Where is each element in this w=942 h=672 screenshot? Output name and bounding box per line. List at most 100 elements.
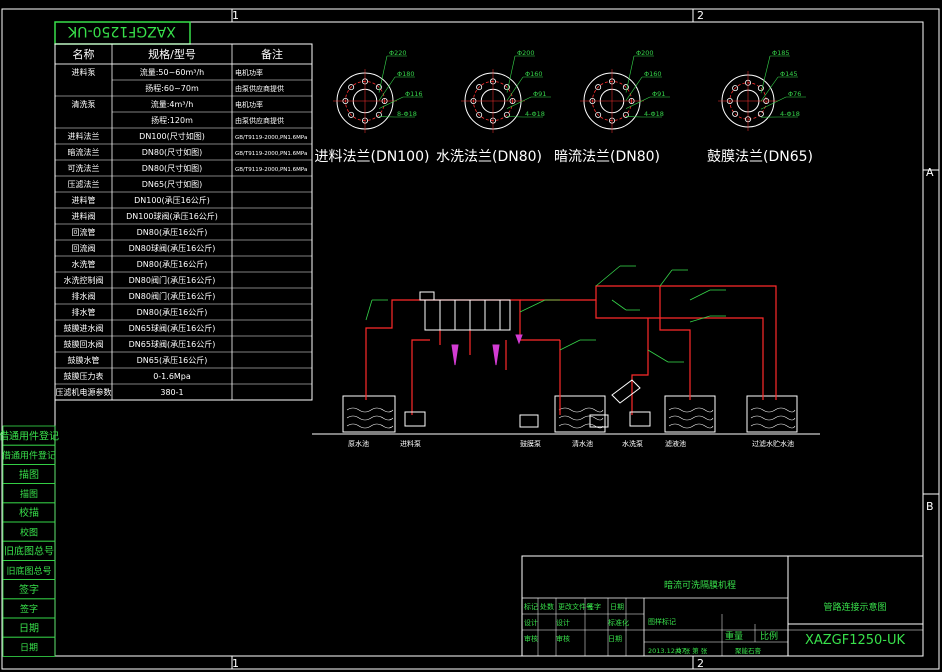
flange-2: Φ200 Φ160 Φ91 4-Φ18 暗流法兰(DN80) <box>554 49 670 165</box>
flange-dim: 4-Φ18 <box>644 110 664 118</box>
title-cell: 设计 <box>524 618 538 627</box>
spec-row-spec: DN80球阀(承压16公斤) <box>129 243 216 253</box>
title-cell: 设计 <box>556 618 570 627</box>
header-spec: 规格/型号 <box>148 47 196 61</box>
drawing-code: XAZGF1250-UK <box>805 633 906 648</box>
flange-dim: Φ160 <box>644 70 662 78</box>
spec-row-name: 水洗控制阀 <box>64 275 104 285</box>
title-cell: 标准化 <box>608 618 629 627</box>
side-label-2: 描图 <box>19 468 39 481</box>
spec-row-name: 鼓膜进水阀 <box>64 323 104 333</box>
title-cell: 审核 <box>524 634 538 643</box>
drawing-title: 管路连接示意图 <box>823 601 886 613</box>
tank-3 <box>664 395 716 433</box>
spec-row-name: 暗流法兰 <box>68 147 100 157</box>
spec-row-name: 进料阀 <box>72 211 96 221</box>
spec-row-name: 鼓膜压力表 <box>64 371 104 381</box>
spec-row-name: 水洗管 <box>72 259 96 269</box>
side-label-1: 借通用件登记 <box>2 450 56 462</box>
flange-0: Φ220 Φ180 Φ116 8-Φ18 进料法兰(DN100) <box>315 49 430 165</box>
title-cell: 日期 <box>610 603 624 611</box>
flange-1: Φ200 Φ160 Φ91 4-Φ18 水洗法兰(DN80) <box>436 49 551 165</box>
side-label-0: 借通用件登记 <box>0 429 59 442</box>
drip-markers <box>451 334 523 366</box>
spec-row-note: 电机功率 <box>235 100 263 109</box>
flange-dim: 4-Φ18 <box>780 110 800 118</box>
flange-label-3: 鼓膜法兰(DN65) <box>707 149 813 165</box>
scale-label: 比例 <box>760 630 778 642</box>
side-label-4: 校描 <box>19 506 39 519</box>
spec-row-name: 鼓膜回水阀 <box>64 339 104 349</box>
flange-dim: 8-Φ18 <box>397 110 417 118</box>
title-cell: 标记 <box>524 602 538 611</box>
spec-row-spec: 扬程:60~70m <box>145 83 199 93</box>
sheets: 共 张 第 张 <box>675 646 708 655</box>
spec-row-spec: DN100(尺寸如图) <box>139 131 205 141</box>
spec-row-name: 进料管 <box>72 195 96 205</box>
drawing-canvas: 1 2 1 2 A B 借通用件登记借通用件登记描图描图校描校图旧底图总号旧底图… <box>0 8 940 670</box>
flange-dim: Φ180 <box>397 70 415 78</box>
pipeline-diagram: 原水池 进料泵 鼓膜泵 清水池 水洗泵 滤液池 过滤水贮水池 <box>312 265 820 448</box>
spec-row-name: 压滤法兰 <box>68 179 100 189</box>
side-label-8: 签字 <box>19 583 39 596</box>
spec-row-spec: DN65球阀(承压16公斤) <box>129 339 216 349</box>
spec-row-spec: DN65球阀(承压16公斤) <box>129 323 216 333</box>
zone-numbers: 1 2 1 2 A B <box>232 9 934 670</box>
spec-row-name: 排水阀 <box>72 291 96 301</box>
spec-row-name: 进料泵 <box>72 67 96 77</box>
header-note: 备注 <box>261 47 283 61</box>
spec-row-spec: DN80(承压16公斤) <box>137 227 208 237</box>
tank-4 <box>746 395 798 433</box>
zone-bottom-2: 2 <box>697 657 704 670</box>
side-label-10: 日期 <box>19 622 39 634</box>
spec-row-note: 电机功率 <box>235 68 263 77</box>
side-label-column: 借通用件登记借通用件登记描图描图校描校图旧底图总号旧底图总号签字签字日期日期 <box>0 425 59 657</box>
zone-top-1: 1 <box>232 9 239 22</box>
pumps <box>404 379 651 428</box>
flange-3: Φ185 Φ145 Φ76 4-Φ18 鼓膜法兰(DN65) <box>707 49 813 165</box>
spec-row-name: 排水管 <box>72 307 96 317</box>
zone-bottom-1: 1 <box>232 657 239 670</box>
side-label-6: 旧底图总号 <box>4 545 54 558</box>
tank-label-2: 清水池 <box>572 439 593 448</box>
side-label-5: 校图 <box>20 526 38 538</box>
drawing-code-top: XAZGF1250-UK <box>67 23 176 39</box>
filter-press <box>419 291 511 331</box>
flange-dim: Φ76 <box>788 90 801 98</box>
pump-label-1: 进料泵 <box>400 439 421 448</box>
spec-row-spec: DN65(尺寸如图) <box>142 179 203 189</box>
flange-drawings: Φ220 Φ180 Φ116 8-Φ18 进料法兰(DN100) Φ200 Φ160 Φ91 4… <box>315 49 813 165</box>
side-label-9: 签字 <box>20 603 38 615</box>
spec-row-spec: 流量:4m³/h <box>151 99 194 109</box>
spec-row-note: 由泵供应商提供 <box>235 116 284 125</box>
spec-row-spec: 流量:50~60m³/h <box>140 67 205 77</box>
flange-dim: Φ200 <box>517 49 535 57</box>
title-cell: 处数 <box>540 602 554 611</box>
spec-row-note: GB/T9119-2000,PN1.6MPa <box>235 167 307 173</box>
annotation-leaders <box>365 265 726 363</box>
flange-dim: Φ220 <box>389 49 407 57</box>
flange-dim: Φ160 <box>525 70 543 78</box>
flange-dim: Φ185 <box>772 49 790 57</box>
side-label-3: 描图 <box>20 488 38 500</box>
flange-dim: Φ200 <box>636 49 654 57</box>
spec-table: 名称 规格/型号 备注进料泵 流量:50~60m³/h 电机功率扬程:60~70m 由泵供… <box>54 43 313 401</box>
stage-label: 图样标记 <box>648 617 676 626</box>
spec-row-spec: DN80阀门(承压16公斤) <box>129 275 216 285</box>
spec-row-note: GB/T9119-2000,PN1.6MPa <box>235 151 307 157</box>
flange-label-1: 水洗法兰(DN80) <box>436 149 542 165</box>
company: 聚能石膏 <box>735 646 762 655</box>
flange-dim: Φ116 <box>405 90 423 98</box>
flange-dim: Φ145 <box>780 70 798 78</box>
tank-label-4: 过滤水贮水池 <box>752 439 794 448</box>
spec-row-spec: 380-1 <box>160 388 183 397</box>
title-cell: 签字 <box>587 602 601 611</box>
spec-row-spec: DN80阀门(承压16公斤) <box>129 291 216 301</box>
pump-label-3: 水洗泵 <box>622 439 643 448</box>
flange-label-0: 进料法兰(DN100) <box>315 149 430 165</box>
spec-row-spec: DN80(尺寸如图) <box>142 147 203 157</box>
spec-row-name: 清洗泵 <box>72 99 96 109</box>
spec-row-name: 回流管 <box>72 227 96 237</box>
side-label-7: 旧底图总号 <box>6 565 51 577</box>
title-block: 暗流可洗隔膜机程管路连接示意图XAZGF1250-UK标记 处数 更改文件号签字 日期… <box>521 555 924 657</box>
